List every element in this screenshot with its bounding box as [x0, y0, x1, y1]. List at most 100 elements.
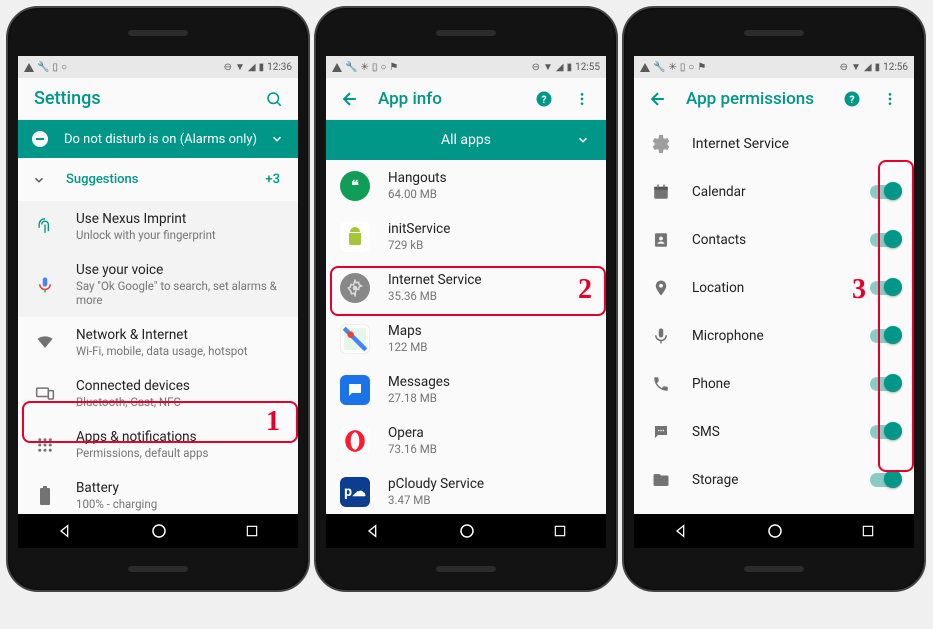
suggestions-count: +3 — [265, 172, 280, 187]
back-nav-icon[interactable] — [673, 523, 689, 539]
warning-icon — [640, 63, 650, 72]
settings-list: Suggestions +3 Use Nexus Imprint Unlock … — [18, 158, 298, 514]
nav-bar — [634, 514, 914, 548]
warning-icon — [24, 63, 34, 72]
location-icon — [648, 279, 674, 297]
recent-nav-icon[interactable] — [553, 524, 567, 538]
toggle-switch[interactable] — [870, 425, 900, 439]
app-row-internet[interactable]: Internet Service 35.36 MB — [326, 262, 606, 313]
recent-nav-icon[interactable] — [245, 524, 259, 538]
overflow-icon[interactable] — [572, 89, 592, 109]
permission-row-microphone[interactable]: Microphone — [634, 312, 914, 360]
callout-number: 3 — [852, 274, 866, 306]
back-icon[interactable] — [340, 89, 360, 109]
dnd-banner[interactable]: Do not disturb is on (Alarms only) — [18, 120, 298, 158]
permission-row-calendar[interactable]: Calendar — [634, 168, 914, 216]
toggle-switch[interactable] — [870, 329, 900, 343]
app-size: 3.47 MB — [388, 493, 592, 507]
phone-icon: ▯ — [680, 62, 686, 73]
setting-item-devices[interactable]: Connected devices Bluetooth, Cast, NFC — [18, 368, 298, 419]
speaker-icon — [436, 30, 496, 36]
home-nav-icon[interactable] — [766, 522, 784, 540]
svg-text:?: ? — [541, 92, 546, 105]
battery-icon: ▮ — [259, 62, 265, 73]
all-apps-dropdown[interactable]: All apps — [326, 120, 606, 160]
permission-label: Phone — [692, 376, 852, 392]
dropdown-label: All apps — [441, 132, 491, 148]
help-icon[interactable]: ? — [842, 89, 862, 109]
android-icon — [340, 222, 370, 252]
calendar-icon — [648, 183, 674, 201]
app-row[interactable]: Opera 73.16 MB — [326, 415, 606, 466]
nav-bar — [326, 514, 606, 548]
setting-title: Apps & notifications — [76, 429, 284, 445]
back-nav-icon[interactable] — [365, 523, 381, 539]
battery-icon: ▮ — [567, 62, 573, 73]
home-nav-icon[interactable] — [150, 522, 168, 540]
flag-icon: ⚑ — [389, 62, 398, 73]
setting-item-apps[interactable]: Apps & notifications Permissions, defaul… — [18, 419, 298, 470]
permission-row-sms[interactable]: SMS — [634, 408, 914, 456]
status-bar: 🔧 ✳ ▯ ○ ⚑ ⊖ ▼ ◢ ▮ 12:55 — [326, 56, 606, 78]
speaker-icon — [744, 30, 804, 36]
permission-row-storage[interactable]: Storage — [634, 456, 914, 504]
back-nav-icon[interactable] — [57, 523, 73, 539]
dnd-minus-icon — [32, 131, 48, 147]
setting-item-battery[interactable]: Battery 100% - charging — [18, 470, 298, 514]
toggle-switch[interactable] — [870, 185, 900, 199]
phone-frame: 🔧 ▯ ○ ⊖ ▼ ◢ ▮ 12:36 Settings Do not dist… — [6, 6, 310, 592]
dnd-icon: ⊖ — [224, 62, 232, 73]
circle-icon: ○ — [61, 62, 67, 73]
suggestions-header[interactable]: Suggestions +3 — [18, 158, 298, 201]
overflow-icon[interactable] — [880, 89, 900, 109]
fingerprint-icon — [32, 217, 58, 237]
status-bar: 🔧 ▯ ○ ⊖ ▼ ◢ ▮ 12:36 — [18, 56, 298, 78]
app-size: 35.36 MB — [388, 289, 592, 303]
recent-nav-icon[interactable] — [861, 524, 875, 538]
devices-icon — [32, 384, 58, 404]
permission-row-phone[interactable]: Phone — [634, 360, 914, 408]
app-name: Hangouts — [388, 170, 592, 186]
setting-sub: Bluetooth, Cast, NFC — [76, 395, 284, 409]
search-icon[interactable] — [264, 89, 284, 109]
gear-small-icon: ✳ — [668, 62, 676, 73]
microphone-icon — [648, 327, 674, 345]
sms-icon — [648, 423, 674, 441]
help-icon[interactable]: ? — [534, 89, 554, 109]
app-row[interactable]: Maps 122 MB — [326, 313, 606, 364]
callout-number: 1 — [266, 406, 280, 438]
toggle-switch[interactable] — [870, 281, 900, 295]
suggestion-item[interactable]: Use your voice Say "Ok Google" to search… — [18, 252, 298, 317]
apps-icon — [32, 436, 58, 454]
permission-label: SMS — [692, 424, 852, 440]
toggle-switch[interactable] — [870, 233, 900, 247]
gear-icon — [648, 132, 674, 156]
app-name-label: Internet Service — [692, 136, 789, 152]
app-row[interactable]: ❝ Hangouts 64.00 MB — [326, 160, 606, 211]
app-bar: Settings — [18, 78, 298, 120]
battery-icon — [32, 486, 58, 506]
toggle-switch[interactable] — [870, 377, 900, 391]
chevron-down-icon — [576, 133, 590, 147]
screen: 🔧 ✳ ▯ ○ ⚑ ⊖ ▼ ◢ ▮ 12:56 App permissions … — [634, 56, 914, 548]
setting-sub: Wi-Fi, mobile, data usage, hotspot — [76, 344, 284, 358]
app-row[interactable]: p☁ pCloudy Service 3.47 MB — [326, 466, 606, 514]
home-nav-icon[interactable] — [458, 522, 476, 540]
app-row[interactable]: initService 729 kB — [326, 211, 606, 262]
toggle-switch[interactable] — [870, 473, 900, 487]
permission-row-location[interactable]: Location — [634, 264, 914, 312]
setting-item-network[interactable]: Network & Internet Wi-Fi, mobile, data u… — [18, 317, 298, 368]
chevron-down-icon — [270, 132, 284, 146]
wifi-icon: ▼ — [235, 62, 245, 73]
flag-icon: ⚑ — [697, 62, 706, 73]
permission-row-contacts[interactable]: Contacts — [634, 216, 914, 264]
wrench-icon: 🔧 — [345, 62, 357, 73]
suggestion-title: Use your voice — [76, 262, 284, 278]
back-icon[interactable] — [648, 89, 668, 109]
chevron-down-icon — [32, 173, 46, 187]
mic-icon — [32, 276, 58, 294]
dnd-icon: ⊖ — [840, 62, 848, 73]
wifi-icon: ▼ — [543, 62, 553, 73]
suggestion-item[interactable]: Use Nexus Imprint Unlock with your finge… — [18, 201, 298, 252]
app-row[interactable]: Messages 27.18 MB — [326, 364, 606, 415]
